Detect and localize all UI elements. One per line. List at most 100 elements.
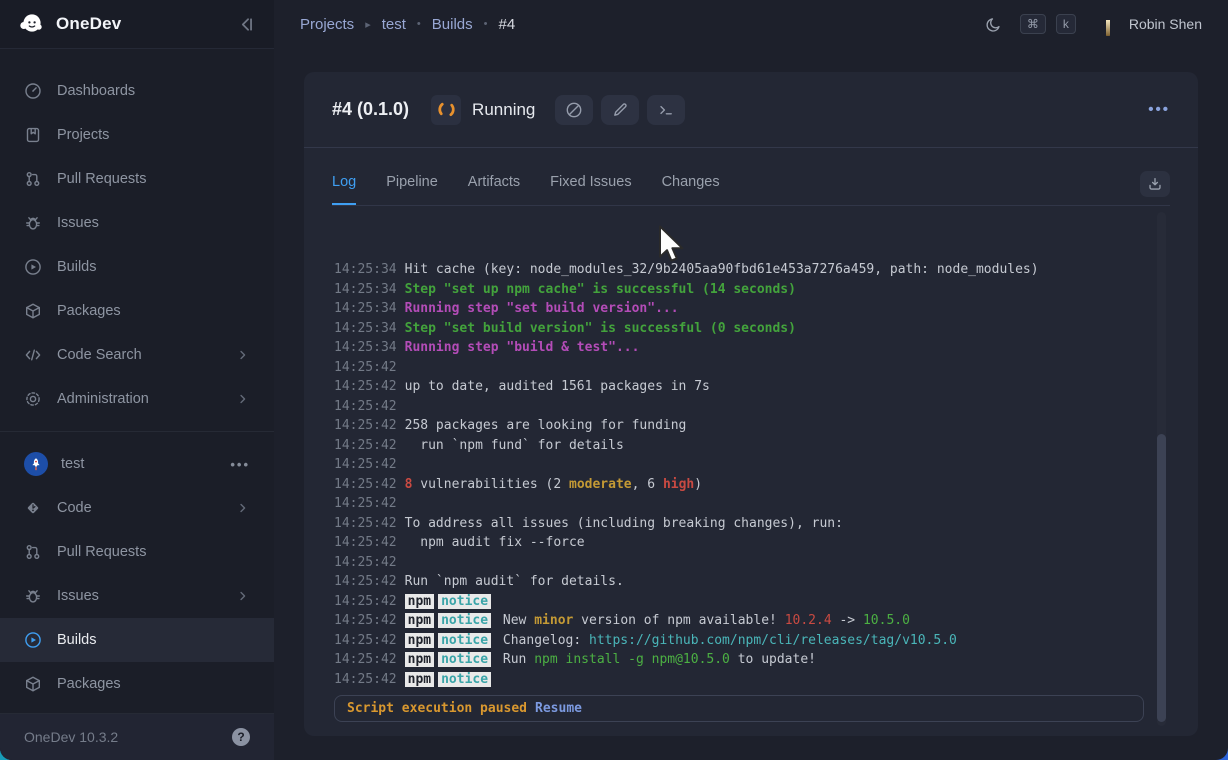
log-timestamp: 14:25:42 xyxy=(334,633,397,648)
log-scrollbar-thumb[interactable] xyxy=(1157,434,1166,722)
sidebar-item-label: Issues xyxy=(57,215,99,231)
log-step-text: Running step "build & test"... xyxy=(405,340,640,355)
log-line: 14:25:42npmnotice Changelog: https://git… xyxy=(334,631,1168,651)
gauge-icon xyxy=(24,82,42,100)
sidebar-item-label: Builds xyxy=(57,632,97,648)
npm-badge: npm xyxy=(405,594,434,609)
sidebar-project-row[interactable]: test ••• xyxy=(0,442,274,486)
paused-notice: Script execution pausedResume xyxy=(334,695,1144,722)
build-header: #4 (0.1.0) Running ••• xyxy=(304,72,1198,148)
cancel-button[interactable] xyxy=(555,95,593,125)
book-icon xyxy=(24,126,42,144)
git-diamond-icon xyxy=(24,499,42,517)
log-timestamp: 14:25:42 xyxy=(334,418,397,433)
tab-fixed-issues[interactable]: Fixed Issues xyxy=(550,174,631,205)
log-link-text[interactable]: https://github.com/npm/cli/releases/tag/… xyxy=(589,633,957,648)
log-line: 14:25:42258 packages are looking for fun… xyxy=(334,416,1168,436)
user-name: Robin Shen xyxy=(1129,16,1202,32)
log-text: vulnerabilities (2 xyxy=(412,477,569,492)
project-more-icon[interactable]: ••• xyxy=(230,457,250,472)
tab-log[interactable]: Log xyxy=(332,174,356,205)
log-green-text: 10.5.0 xyxy=(863,613,910,628)
log-line: 14:25:42 xyxy=(334,397,1168,417)
sidebar-item-pull-requests[interactable]: Pull Requests xyxy=(0,157,274,201)
log-line: 14:25:42npmnotice xyxy=(334,670,1168,690)
log-line: 14:25:42npmnotice xyxy=(334,592,1168,612)
sidebar-item-label: Pull Requests xyxy=(57,171,146,187)
chevron-right-icon xyxy=(236,589,250,603)
edit-button[interactable] xyxy=(601,95,639,125)
log-timestamp: 14:25:34 xyxy=(334,321,397,336)
notice-badge: notice xyxy=(438,633,491,648)
log-timestamp: 14:25:42 xyxy=(334,438,397,453)
log-timestamp: 14:25:42 xyxy=(334,516,397,531)
log-line: 14:25:42 npm audit fix --force xyxy=(334,533,1168,553)
log-line: 14:25:42To address all issues (including… xyxy=(334,514,1168,534)
log-text: npm audit fix --force xyxy=(405,535,585,550)
resume-link[interactable]: Resume xyxy=(535,701,582,716)
project-item-issues[interactable]: Issues xyxy=(0,574,274,618)
sidebar-item-label: Packages xyxy=(57,676,121,692)
log-timestamp: 14:25:42 xyxy=(334,477,397,492)
breadcrumb-test[interactable]: test xyxy=(382,16,406,33)
sidebar-item-label: Projects xyxy=(57,127,109,143)
breadcrumb-separator: ▸ xyxy=(365,18,371,31)
breadcrumb-projects[interactable]: Projects xyxy=(300,16,354,33)
log-line: 14:25:42Run `npm audit` for details. xyxy=(334,572,1168,592)
pull-request-icon xyxy=(24,543,42,561)
project-item-pull-requests[interactable]: Pull Requests xyxy=(0,530,274,574)
log-warn-text: moderate xyxy=(569,477,632,492)
dark-mode-toggle-moon-icon[interactable] xyxy=(985,16,1002,33)
log-warn-text: minor xyxy=(534,613,573,628)
terminal-button[interactable] xyxy=(647,95,685,125)
log-timestamp: 14:25:42 xyxy=(334,652,397,667)
cancel-icon xyxy=(565,101,583,119)
sidebar-item-projects[interactable]: Projects xyxy=(0,113,274,157)
topbar: Projects▸test•Builds•#4 ⌘ k Robin Shen xyxy=(274,0,1228,48)
sidebar-item-issues[interactable]: Issues xyxy=(0,201,274,245)
sidebar-item-code-search[interactable]: Code Search xyxy=(0,333,274,377)
log-timestamp: 14:25:42 xyxy=(334,672,397,687)
build-title: #4 (0.1.0) xyxy=(332,99,409,120)
log-line: 14:25:428 vulnerabilities (2 moderate, 6… xyxy=(334,475,1168,495)
log-line: 14:25:42 xyxy=(334,553,1168,573)
edit-icon xyxy=(611,101,629,119)
build-more-icon[interactable]: ••• xyxy=(1148,101,1170,118)
user-avatar xyxy=(1096,12,1120,36)
project-item-packages[interactable]: Packages xyxy=(0,662,274,706)
sidebar-item-administration[interactable]: Administration xyxy=(0,377,274,421)
sidebar-item-packages[interactable]: Packages xyxy=(0,289,274,333)
log-timestamp: 14:25:42 xyxy=(334,555,397,570)
sidebar-item-label: Code xyxy=(57,500,92,516)
breadcrumb: Projects▸test•Builds•#4 xyxy=(300,16,515,33)
log-timestamp: 14:25:42 xyxy=(334,613,397,628)
sidebar-item-label: Issues xyxy=(57,588,99,604)
tab-changes[interactable]: Changes xyxy=(662,174,720,205)
breadcrumb-builds[interactable]: Builds xyxy=(432,16,473,33)
tab-artifacts[interactable]: Artifacts xyxy=(468,174,520,205)
play-circle-icon xyxy=(24,631,42,649)
help-icon[interactable]: ? xyxy=(232,728,250,746)
user-menu[interactable]: Robin Shen xyxy=(1096,12,1202,36)
download-log-icon[interactable] xyxy=(1140,171,1170,197)
play-circle-icon xyxy=(24,258,42,276)
app-window: OneDev DashboardsProjectsPull RequestsIs… xyxy=(0,0,1228,760)
sidebar-item-dashboards[interactable]: Dashboards xyxy=(0,69,274,113)
breadcrumb-#4: #4 xyxy=(498,16,515,33)
sidebar-item-builds[interactable]: Builds xyxy=(0,245,274,289)
log-error-text: high xyxy=(663,477,694,492)
log-red-text: 10.2.4 xyxy=(785,613,832,628)
sidebar-collapse-icon[interactable] xyxy=(237,15,256,34)
shortcut-cmd-key: ⌘ xyxy=(1020,14,1046,34)
project-item-builds[interactable]: Builds xyxy=(0,618,274,662)
npm-badge: npm xyxy=(405,613,434,628)
project-item-code[interactable]: Code xyxy=(0,486,274,530)
log-line: 14:25:42 xyxy=(334,358,1168,378)
tab-pipeline[interactable]: Pipeline xyxy=(386,174,438,205)
log-timestamp: 14:25:42 xyxy=(334,594,397,609)
gear-icon xyxy=(24,390,42,408)
log-line: 14:25:34Running step "build & test"... xyxy=(334,338,1168,358)
npm-badge: npm xyxy=(405,672,434,687)
build-log: 14:25:34Hit cache (key: node_modules_32/… xyxy=(304,206,1198,736)
log-line: 14:25:42 xyxy=(334,494,1168,514)
